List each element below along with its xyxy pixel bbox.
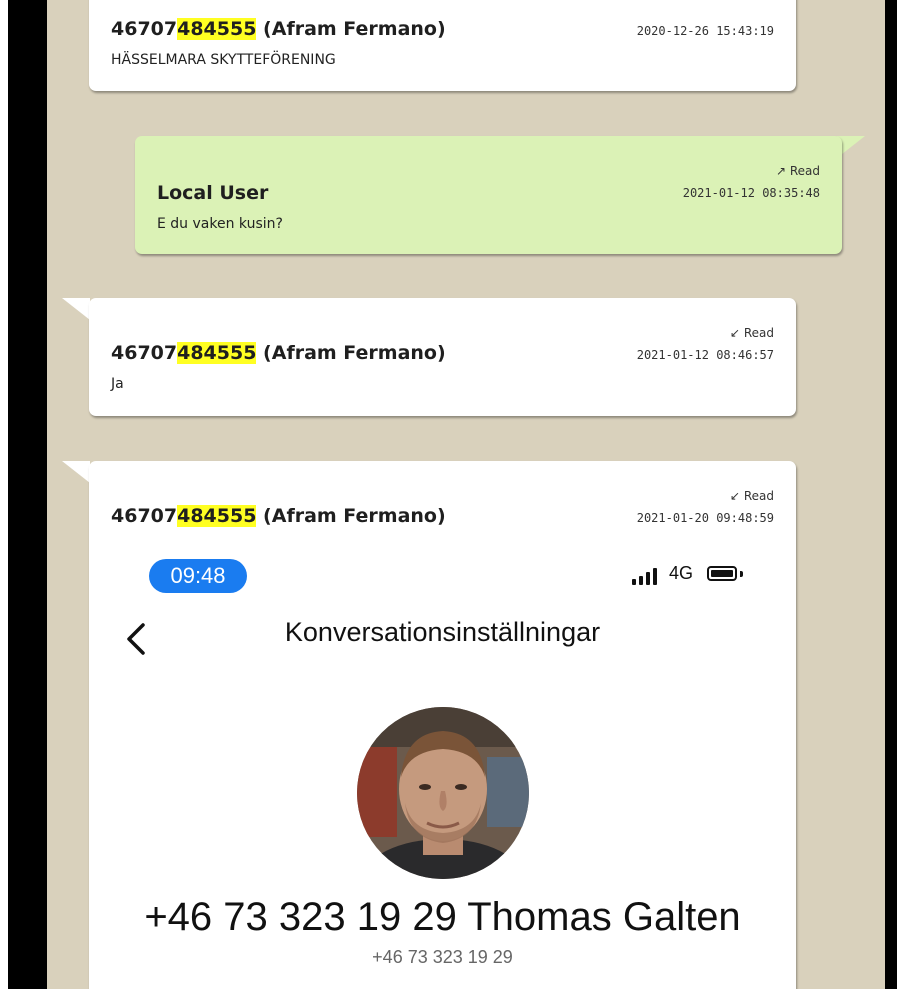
status-bar-clock: 09:48 [149,559,247,593]
network-type-label: 4G [669,563,694,583]
contact-phone-number: +46 73 323 19 29 [372,947,513,967]
screen-title: Konversationsinställningar [284,617,601,647]
search-highlight: 484555 [177,342,257,364]
message-sender: 46707484555 (Afram Fermano) [111,505,446,527]
message-text: Ja [111,376,124,392]
window-edge-left [0,0,8,989]
message-sender: Local User [157,182,269,204]
message-timestamp: 2021-01-20 09:48:59 [636,511,774,525]
message-text: HÄSSELMARA SKYTTEFÖRENING [111,52,336,68]
message-timestamp: 2020-12-26 15:43:19 [636,24,774,38]
message-timestamp: 2021-01-12 08:35:48 [682,186,820,200]
message-sender: 46707484555 (Afram Fermano) [111,342,446,364]
contact-avatar [357,707,529,879]
message-read-status: ↙ Read [729,489,774,503]
search-highlight: 484555 [177,505,257,527]
message-bubble-outgoing[interactable]: ↗ Read Local User 2021-01-12 08:35:48 E … [135,136,842,254]
battery-icon [707,566,737,581]
search-highlight: 484555 [177,18,257,40]
message-text: E du vaken kusin? [157,216,283,232]
message-read-status: ↗ Read [775,164,820,178]
signal-strength-icon [632,568,657,585]
battery-tip [740,571,743,577]
bubble-tail [62,298,90,320]
window-edge-right [897,0,907,989]
message-bubble-incoming[interactable]: ↙ Read 46707484555 (Afram Fermano) 2020-… [89,0,796,91]
message-timestamp: 2021-01-12 08:46:57 [636,348,774,362]
bubble-tail [62,461,90,483]
message-read-status: ↙ Read [729,326,774,340]
chat-background: ↙ Read 46707484555 (Afram Fermano) 2020-… [47,0,885,989]
message-bubble-incoming[interactable]: ↙ Read 46707484555 (Afram Fermano) 2021-… [89,461,796,989]
image-attachment[interactable]: 09:48 4G Konversationsinställningar +46 … [89,543,796,989]
message-bubble-incoming[interactable]: ↙ Read 46707484555 (Afram Fermano) 2021-… [89,298,796,416]
message-sender: 46707484555 (Afram Fermano) [111,18,446,40]
contact-name: +46 73 323 19 29 Thomas Galten [144,895,741,939]
